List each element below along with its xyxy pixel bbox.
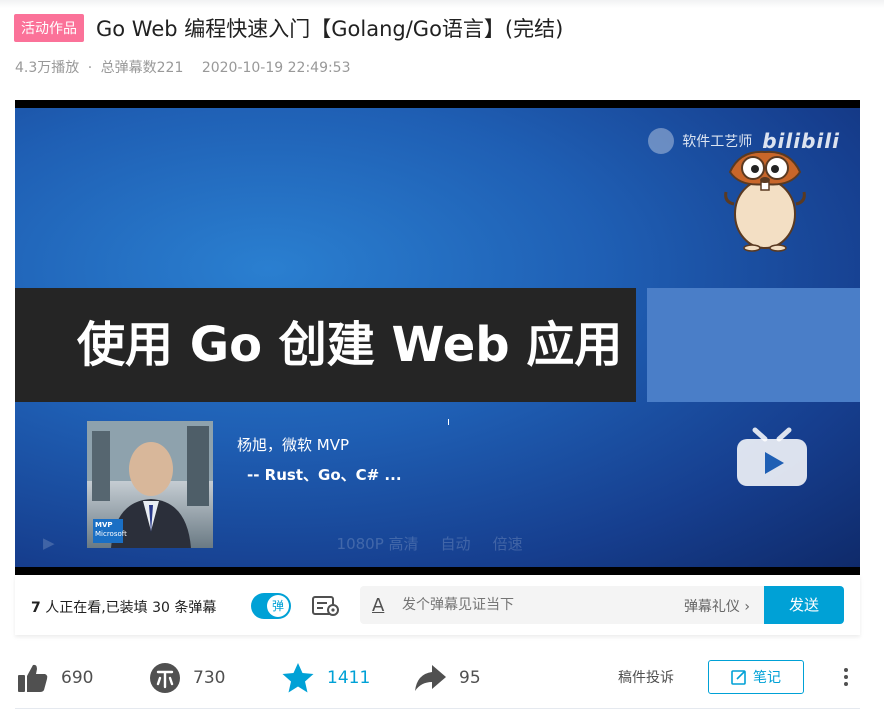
slide-accent-block xyxy=(647,288,860,402)
video-title: Go Web 编程快速入门【Golang/Go语言】(完结) xyxy=(96,17,564,41)
danmaku-toggle-knob: 弹 xyxy=(267,595,289,617)
danmaku-total: 总弹幕数221 xyxy=(100,60,184,76)
mouse-cursor xyxy=(448,419,453,425)
share-count: 95 xyxy=(459,667,481,688)
danmaku-settings-icon[interactable] xyxy=(312,595,340,617)
thumb-up-icon xyxy=(18,664,48,692)
favorite-count: 1411 xyxy=(327,667,371,688)
video-title-row: 活动作品 Go Web 编程快速入门【Golang/Go语言】(完结) xyxy=(14,12,563,44)
favorite-button[interactable]: 1411 xyxy=(281,655,370,700)
play-ghost-icon: ▶ xyxy=(43,534,55,552)
video-actions: 690 730 1411 95 稿件投诉 笔记 xyxy=(15,655,860,700)
publish-date: 2020-10-19 22:49:53 xyxy=(201,60,351,76)
slide-title-banner: 使用 Go 创建 Web 应用 xyxy=(15,288,636,402)
bottom-divider xyxy=(15,708,860,709)
danmaku-input-wrap: A 弹幕礼仪 › xyxy=(360,586,764,624)
like-button[interactable]: 690 xyxy=(17,655,93,700)
quality-ghost: 1080P 高清 xyxy=(336,534,419,553)
danmaku-toggle[interactable]: 弹 xyxy=(251,593,291,619)
viewer-text: 人正在看,已装填 30 条弹幕 xyxy=(40,600,217,616)
activity-badge[interactable]: 活动作品 xyxy=(14,14,84,42)
send-danmaku-button[interactable]: 发送 xyxy=(764,586,844,624)
note-button[interactable]: 笔记 xyxy=(708,660,804,694)
danmaku-etiquette-link[interactable]: 弹幕礼仪 › xyxy=(684,596,750,616)
viewer-info: 7 人正在看,已装填 30 条弹幕 xyxy=(31,597,216,617)
meta-separator: · xyxy=(87,60,93,76)
coin-button[interactable]: 730 xyxy=(149,655,225,700)
video-frame[interactable]: 软件工艺师 bilibili 使用 Go 创建 Web 应用 MVP Micro… xyxy=(15,108,860,567)
coin-icon xyxy=(150,662,180,693)
font-icon[interactable]: A xyxy=(372,595,384,616)
danmaku-input[interactable] xyxy=(402,586,652,624)
uploader-avatar xyxy=(648,128,675,154)
play-count: 4.3万播放 xyxy=(15,60,80,76)
like-count: 690 xyxy=(61,667,94,688)
report-link[interactable]: 稿件投诉 xyxy=(618,667,674,687)
note-icon xyxy=(731,670,746,685)
note-label: 笔记 xyxy=(753,670,781,686)
slide-title: 使用 Go 创建 Web 应用 xyxy=(77,317,623,373)
more-icon[interactable] xyxy=(843,667,849,687)
auto-ghost: 自动 xyxy=(440,534,471,553)
coin-count: 730 xyxy=(193,667,226,688)
share-icon xyxy=(415,664,446,691)
danmaku-send-bar: 7 人正在看,已装填 30 条弹幕 弹 A 弹幕礼仪 › 发送 xyxy=(15,575,860,635)
faint-control-bar: ▶ 1080P 高清 自动 倍速 xyxy=(43,528,843,558)
tv-play-icon[interactable] xyxy=(735,426,809,488)
top-divider xyxy=(0,0,884,8)
author-languages: -- Rust、Go、C# ... xyxy=(247,466,402,484)
share-button[interactable]: 95 xyxy=(413,655,481,700)
speed-ghost: 倍速 xyxy=(492,534,523,553)
viewer-count: 7 xyxy=(31,600,41,616)
author-name: 杨旭，微软 MVP xyxy=(237,436,350,454)
video-meta: 4.3万播放 · 总弹幕数221 2020-10-19 22:49:53 xyxy=(15,57,351,77)
star-icon xyxy=(282,662,314,692)
video-player[interactable]: 软件工艺师 bilibili 使用 Go 创建 Web 应用 MVP Micro… xyxy=(15,100,860,575)
gopher-mascot-icon xyxy=(724,150,806,252)
